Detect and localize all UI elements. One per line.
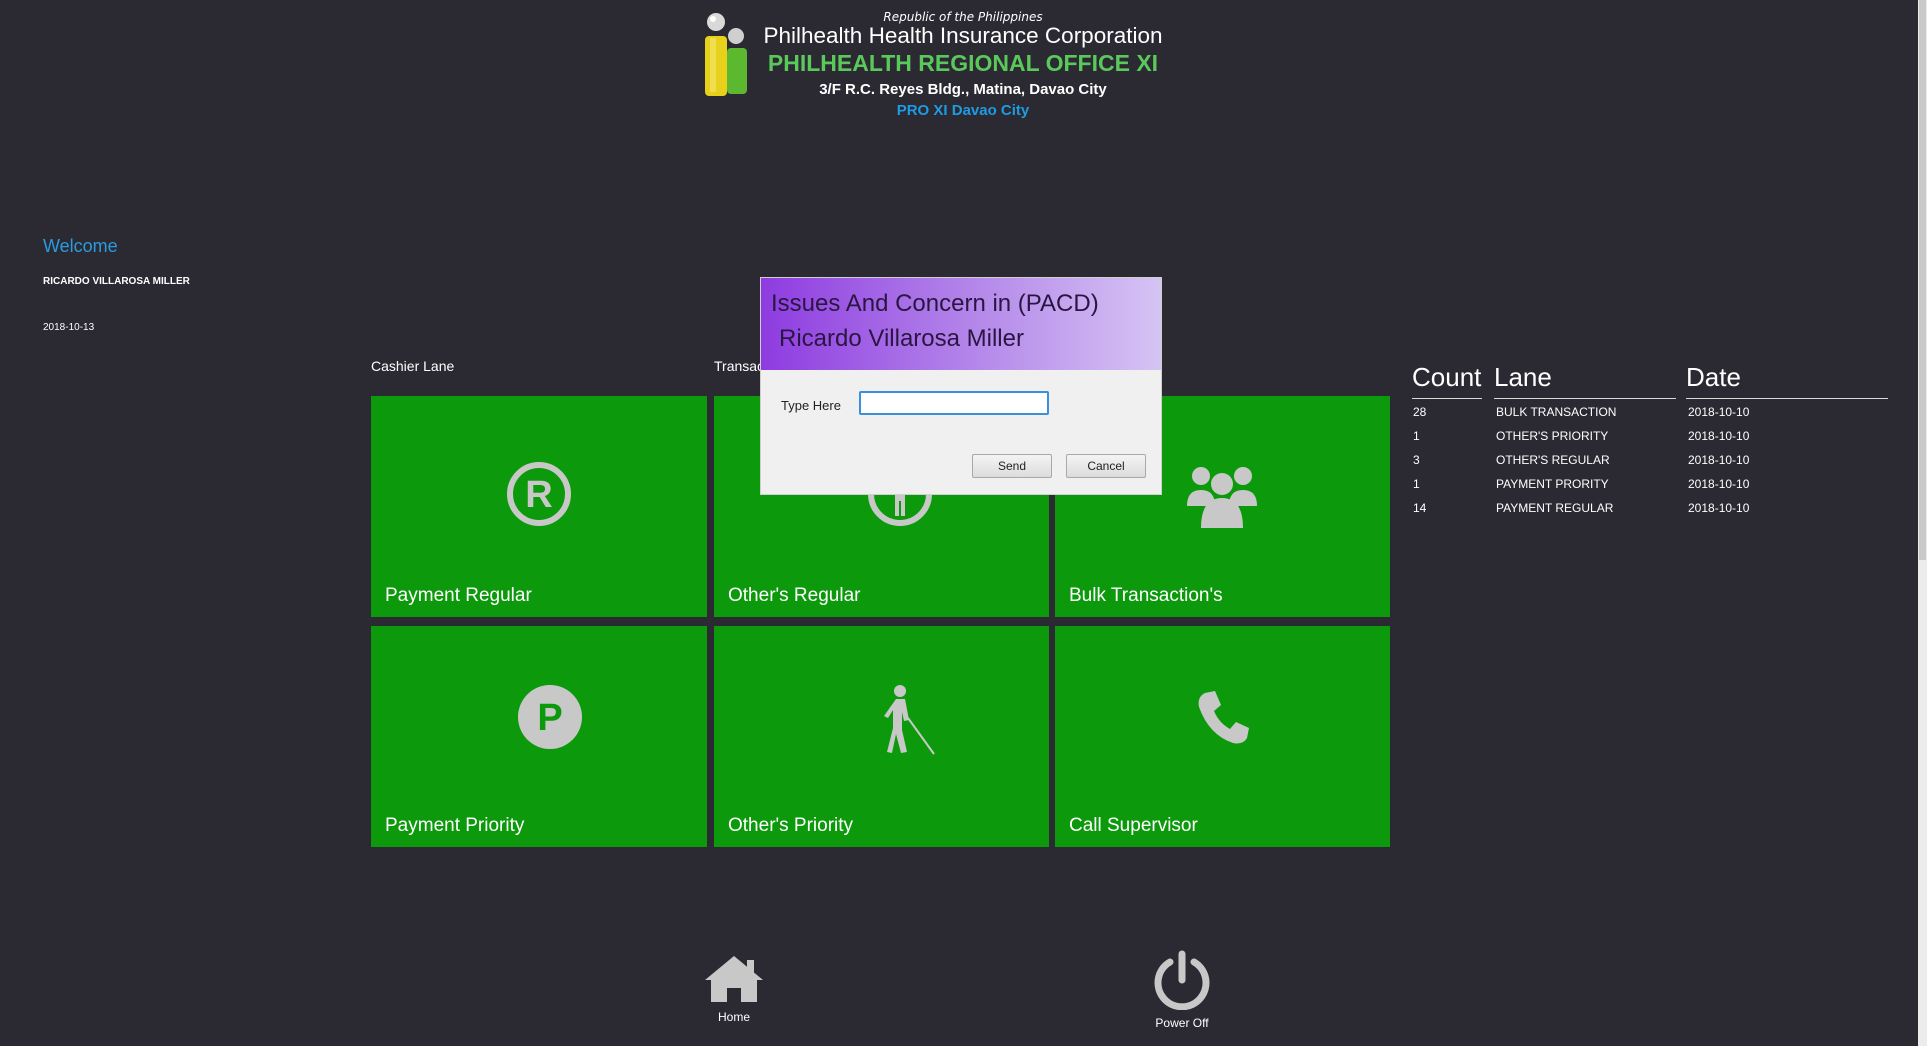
cell-date: 2018-10-10 (1688, 501, 1750, 515)
tile-label: Payment Regular (385, 585, 532, 606)
column-header-date: Date (1686, 362, 1888, 399)
tile-payment-priority[interactable]: P Payment Priority (371, 626, 707, 847)
tile-label: Call Supervisor (1069, 815, 1198, 836)
registered-icon: R (507, 462, 571, 526)
current-date: 2018-10-13 (43, 322, 95, 333)
cancel-button[interactable]: Cancel (1066, 454, 1146, 478)
power-off-button[interactable]: Power Off (1142, 950, 1222, 1034)
column-header-count: Count (1412, 362, 1482, 399)
tile-label: Bulk Transaction's (1069, 585, 1223, 606)
tile-others-priority[interactable]: Other's Priority (714, 626, 1049, 847)
send-button[interactable]: Send (972, 454, 1052, 478)
welcome-label: Welcome (43, 236, 118, 256)
dialog-user-name: Ricardo Villarosa Miller (779, 325, 1024, 352)
tile-label: Other's Priority (728, 815, 854, 836)
tile-call-supervisor[interactable]: Call Supervisor (1055, 626, 1390, 847)
tile-label: Other's Regular (728, 585, 861, 606)
p-circle-icon: P (518, 685, 582, 749)
cell-lane: BULK TRANSACTION (1496, 405, 1617, 419)
cell-lane: PAYMENT REGULAR (1496, 501, 1614, 515)
type-here-label: Type Here (781, 398, 841, 413)
concern-input[interactable] (859, 391, 1049, 415)
group-icon (1187, 467, 1257, 528)
cell-date: 2018-10-10 (1688, 453, 1750, 467)
cashier-lane-label: Cashier Lane (371, 358, 455, 374)
dialog-title: Issues And Concern in (PACD) (771, 290, 1099, 317)
svg-text:R: R (525, 474, 552, 516)
cell-lane: OTHER'S PRIORITY (1496, 429, 1609, 443)
home-icon (705, 956, 763, 1002)
pro-location: PRO XI Davao City (896, 102, 1030, 119)
regional-office-name: PHILHEALTH REGIONAL OFFICE XI (767, 50, 1159, 76)
table-row[interactable]: 28 BULK TRANSACTION 2018-10-10 (1412, 405, 1888, 429)
office-address: 3/F R.C. Reyes Bldg., Matina, Davao City (819, 81, 1107, 98)
cell-count: 1 (1413, 429, 1420, 443)
transaction-lane-label: Transac (714, 358, 765, 374)
cell-count: 28 (1413, 405, 1427, 419)
cell-date: 2018-10-10 (1688, 477, 1750, 491)
cell-count: 14 (1413, 501, 1427, 515)
column-header-lane: Lane (1494, 362, 1676, 399)
issues-dialog: Issues And Concern in (PACD) Ricardo Vil… (760, 277, 1162, 495)
power-off-label: Power Off (1155, 1016, 1209, 1030)
phone-icon (1198, 691, 1249, 744)
tile-payment-regular[interactable]: R Payment Regular (371, 396, 707, 617)
dialog-header: Issues And Concern in (PACD) Ricardo Vil… (761, 278, 1161, 370)
table-row[interactable]: 14 PAYMENT REGULAR 2018-10-10 (1412, 501, 1888, 525)
user-name: RICARDO VILLAROSA MILLER (43, 276, 190, 287)
cell-lane: PAYMENT PRORITY (1496, 477, 1609, 491)
cell-date: 2018-10-10 (1688, 405, 1750, 419)
tile-label: Payment Priority (385, 815, 525, 836)
home-label: Home (717, 1010, 750, 1024)
scrollbar-thumb[interactable] (1919, 0, 1926, 560)
cell-lane: OTHER'S REGULAR (1496, 453, 1610, 467)
home-button[interactable]: Home (694, 954, 774, 1034)
table-row[interactable]: 1 OTHER'S PRIORITY 2018-10-10 (1412, 429, 1888, 453)
table-row[interactable]: 3 OTHER'S REGULAR 2018-10-10 (1412, 453, 1888, 477)
republic-text: Republic of the Philippines (883, 10, 1043, 24)
blind-person-icon (884, 685, 935, 755)
power-icon (1154, 950, 1210, 1010)
svg-text:P: P (537, 697, 562, 739)
corporation-name: Philhealth Health Insurance Corporation (763, 23, 1163, 48)
cell-count: 1 (1413, 477, 1420, 491)
table-row[interactable]: 1 PAYMENT PRORITY 2018-10-10 (1412, 477, 1888, 501)
philhealth-logo (700, 10, 756, 100)
cell-count: 3 (1413, 453, 1420, 467)
cell-date: 2018-10-10 (1688, 429, 1750, 443)
